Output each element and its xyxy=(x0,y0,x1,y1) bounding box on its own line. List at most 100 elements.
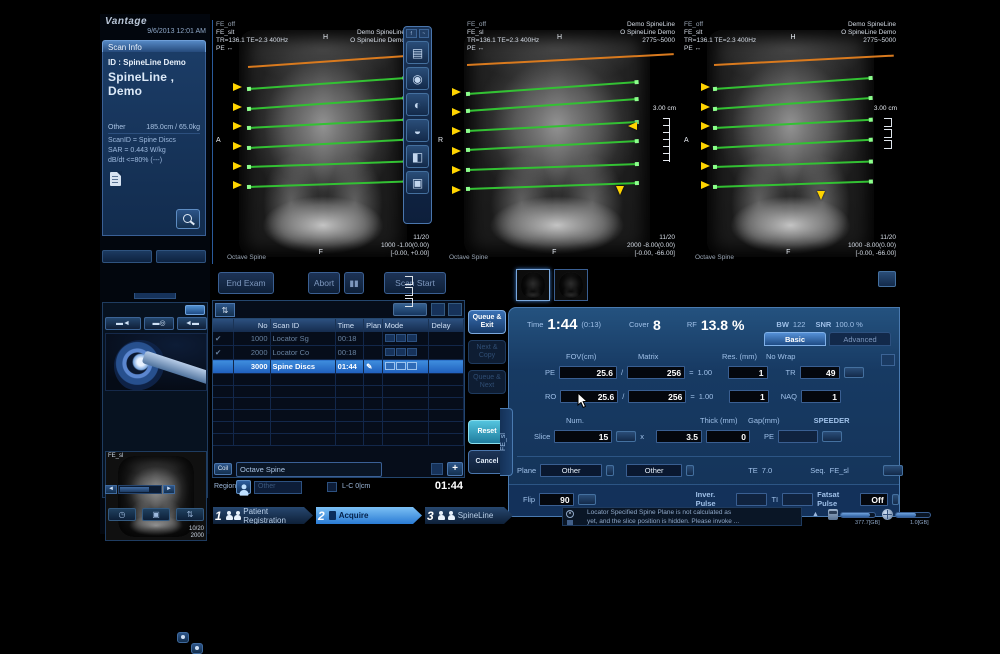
panel-mini-button[interactable] xyxy=(185,305,205,315)
thumb-option-button-1[interactable] xyxy=(177,632,189,643)
slice-line[interactable] xyxy=(713,77,872,91)
bed-icon-button-3[interactable]: ◄▬ xyxy=(177,317,207,330)
inver-pulse-field[interactable] xyxy=(736,492,768,506)
queue-exit-button[interactable]: Queue & Exit xyxy=(468,310,506,334)
bed-icon-button-1[interactable]: ▬◄ xyxy=(105,317,141,330)
next-copy-button[interactable]: Next & Copy xyxy=(468,340,506,364)
sidebar-clock-button[interactable]: ◷ xyxy=(108,508,136,521)
mode-buttons[interactable] xyxy=(382,359,430,374)
col-no[interactable]: No xyxy=(233,319,271,332)
slice-field[interactable]: 15 xyxy=(554,430,613,443)
table-row[interactable]: ✔ 1000 Locator Sg 00:18 xyxy=(213,332,464,346)
slice-helper-button[interactable] xyxy=(616,431,637,442)
table-row-selected[interactable]: 3000 Spine Discs 01:44 ✎ xyxy=(213,359,464,374)
slice-line[interactable] xyxy=(713,119,872,130)
thick-field[interactable]: 3.5 xyxy=(656,430,703,443)
region-person-button[interactable] xyxy=(236,480,251,494)
plane-dropdown-2[interactable]: Other xyxy=(626,464,683,477)
scroll-left-icon[interactable]: ◄ xyxy=(105,485,117,494)
queue-filter-button[interactable]: ⇅ xyxy=(215,303,235,317)
palette-mini-button-2[interactable]: ~ xyxy=(418,29,429,38)
tool-icon-6[interactable]: ▣ xyxy=(406,171,429,194)
slice-marker-arrow[interactable] xyxy=(452,88,462,97)
slice-marker-arrow[interactable] xyxy=(232,122,242,131)
tab-patient-registration[interactable]: 1 Patient Registration xyxy=(213,507,313,524)
slice-marker-arrow[interactable] xyxy=(232,142,242,150)
speeder-helper-button[interactable] xyxy=(822,431,843,442)
slice-marker-arrow[interactable] xyxy=(232,181,242,190)
col-scan-id[interactable]: Scan ID xyxy=(270,319,336,332)
fatsat-field[interactable]: Off xyxy=(860,492,888,506)
slice-line[interactable] xyxy=(466,162,638,171)
palette-mini-button-1[interactable]: f xyxy=(406,29,417,38)
ti-field[interactable] xyxy=(782,492,814,506)
sidebar-filter-button[interactable]: ⇅ xyxy=(176,508,204,521)
slice-marker-arrow[interactable] xyxy=(452,166,462,175)
slice-line[interactable] xyxy=(248,180,407,188)
slice-marker-arrow[interactable] xyxy=(700,122,710,131)
pe-matrix-field[interactable]: 256 xyxy=(627,366,686,379)
sidebar-button-left[interactable] xyxy=(102,250,152,263)
pe-nowrap-field[interactable]: 1 xyxy=(727,366,768,379)
coil-button[interactable]: Coil xyxy=(214,463,232,475)
slice-line[interactable] xyxy=(466,140,638,152)
gantry-3d-view[interactable] xyxy=(105,333,207,391)
slice-line[interactable] xyxy=(248,160,407,169)
slice-line[interactable] xyxy=(713,138,872,149)
abort-button[interactable]: Abort xyxy=(308,272,340,294)
ro-nowrap-field[interactable]: 1 xyxy=(728,390,769,403)
viewer-3[interactable]: FE_off FE_slt TR=136.1 TE=2.3 400Hz PE ↔… xyxy=(681,20,900,264)
slice-line[interactable] xyxy=(713,180,872,188)
tab-spineline[interactable]: 3 SpineLine xyxy=(425,507,513,524)
edit-pencil-icon[interactable]: ✎ xyxy=(363,359,383,374)
viewer-1[interactable]: FE_off FE_slt TR=136.1 TE=2.3 400Hz PE ↔… xyxy=(212,20,433,264)
plane-dd1-button[interactable] xyxy=(606,465,615,476)
slice-marker-arrow[interactable] xyxy=(700,83,710,92)
scroll-right-icon[interactable]: ► xyxy=(163,485,175,494)
sequence-side-tab[interactable]: FE_sl xyxy=(500,408,513,476)
flip-helper-button[interactable] xyxy=(577,493,596,505)
tr-field[interactable]: 49 xyxy=(799,366,840,379)
slice-line[interactable] xyxy=(466,120,638,132)
plane-dd2-button[interactable] xyxy=(686,465,695,476)
mode-buttons[interactable] xyxy=(382,332,430,346)
ro-fov-field[interactable]: 25.6 xyxy=(560,390,619,403)
naq-field[interactable]: 1 xyxy=(801,390,841,403)
speeder-pe-field[interactable] xyxy=(778,430,819,443)
gap-field[interactable]: 0 xyxy=(706,430,751,443)
tab-acquire[interactable]: 2 Acquire xyxy=(316,507,422,524)
tool-icon-2[interactable]: ◉ xyxy=(406,67,429,90)
thumbnail-scrollbar[interactable]: ◄ ► xyxy=(105,485,175,494)
col-plan[interactable]: Plan xyxy=(363,319,383,332)
document-icon[interactable] xyxy=(110,171,122,186)
slice-marker-arrow[interactable] xyxy=(452,107,462,116)
sidebar-button-right[interactable] xyxy=(156,250,206,263)
slice-line[interactable] xyxy=(466,98,638,113)
sequence-thumbnail-1[interactable] xyxy=(516,269,550,301)
magnifier-button[interactable] xyxy=(176,209,200,229)
slice-line[interactable] xyxy=(248,96,407,110)
end-exam-button[interactable]: End Exam xyxy=(218,272,274,294)
sidebar-display-button[interactable]: ▣ xyxy=(142,508,170,521)
slice-marker-arrow[interactable] xyxy=(700,102,710,111)
queue-small-button-2[interactable] xyxy=(448,303,462,316)
panel-corner-button[interactable] xyxy=(878,271,896,287)
slice-line[interactable] xyxy=(248,138,407,149)
patient-tab[interactable] xyxy=(134,293,176,299)
flip-field[interactable]: 90 xyxy=(539,492,574,506)
panel-scroll-button[interactable] xyxy=(881,354,895,366)
slice-marker-arrow[interactable] xyxy=(627,122,637,131)
slice-line[interactable] xyxy=(248,119,407,130)
slice-marker-arrow[interactable] xyxy=(700,161,710,170)
mode-buttons[interactable] xyxy=(382,345,430,360)
tr-helper-button[interactable] xyxy=(843,367,864,378)
slice-line[interactable] xyxy=(713,160,872,169)
tool-icon-3[interactable]: ◐ xyxy=(406,93,429,116)
coil-small-button[interactable] xyxy=(431,463,443,475)
coil-input[interactable]: Octave Spine xyxy=(236,462,382,477)
slice-marker-arrow[interactable] xyxy=(452,185,462,194)
col-delay[interactable]: Delay xyxy=(428,319,464,332)
slice-marker-arrow[interactable] xyxy=(232,102,242,111)
tool-icon-5[interactable]: ◧ xyxy=(406,145,429,168)
slice-marker-arrow[interactable] xyxy=(232,161,242,170)
